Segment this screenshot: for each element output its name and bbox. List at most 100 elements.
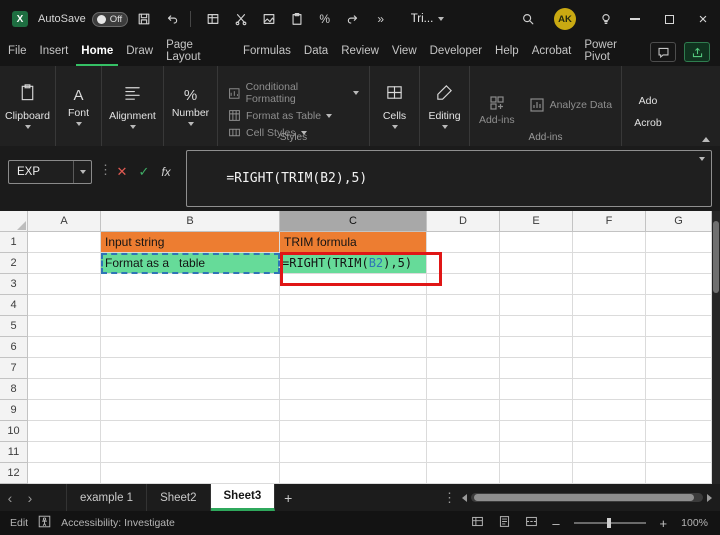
cell-E7[interactable] bbox=[500, 358, 573, 379]
tab-data[interactable]: Data bbox=[299, 38, 333, 66]
ribbon-group-editing[interactable]: Editing bbox=[420, 66, 470, 146]
search-button[interactable] bbox=[516, 7, 540, 31]
cell-E4[interactable] bbox=[500, 295, 573, 316]
cell-C11[interactable] bbox=[280, 442, 427, 463]
conditional-formatting-button[interactable]: Conditional Formatting bbox=[228, 81, 359, 105]
cell-B10[interactable] bbox=[101, 421, 280, 442]
addins-button[interactable]: Add-ins bbox=[479, 95, 515, 126]
page-layout-view-button[interactable] bbox=[498, 515, 511, 531]
cell-C8[interactable] bbox=[280, 379, 427, 400]
cut-button[interactable] bbox=[229, 7, 253, 31]
cell-F11[interactable] bbox=[573, 442, 646, 463]
cell-E5[interactable] bbox=[500, 316, 573, 337]
tab-file[interactable]: File bbox=[3, 38, 32, 66]
formula-bar-input[interactable]: =RIGHT(TRIM(B2),5) bbox=[186, 150, 712, 207]
autosave-toggle[interactable]: AutoSave Off bbox=[38, 11, 128, 27]
paste-button[interactable] bbox=[285, 7, 309, 31]
column-header-D[interactable]: D bbox=[427, 211, 500, 232]
name-box-dropdown[interactable] bbox=[73, 161, 91, 183]
cell-A9[interactable] bbox=[28, 400, 101, 421]
page-break-view-button[interactable] bbox=[525, 515, 538, 531]
ribbon-group-font[interactable]: A Font bbox=[56, 66, 102, 146]
tab-home[interactable]: Home bbox=[76, 38, 119, 66]
workbook-title-dropdown[interactable]: Tri... bbox=[411, 13, 445, 25]
row-header-3[interactable]: 3 bbox=[0, 274, 28, 295]
row-header-8[interactable]: 8 bbox=[0, 379, 28, 400]
vertical-scrollbar[interactable] bbox=[712, 211, 720, 484]
ribbon-group-cells[interactable]: Cells bbox=[370, 66, 420, 146]
row-header-12[interactable]: 12 bbox=[0, 463, 28, 484]
undo-button[interactable] bbox=[160, 7, 184, 31]
cell-A11[interactable] bbox=[28, 442, 101, 463]
cell-E10[interactable] bbox=[500, 421, 573, 442]
enter-entry-button[interactable]: ✓ bbox=[134, 160, 154, 184]
cell-A2[interactable] bbox=[28, 253, 101, 274]
insert-function-button[interactable]: fx bbox=[156, 160, 176, 184]
cell-B9[interactable] bbox=[101, 400, 280, 421]
cell-E11[interactable] bbox=[500, 442, 573, 463]
cell-E1[interactable] bbox=[500, 232, 573, 253]
cell-G3[interactable] bbox=[646, 274, 712, 295]
cell-D8[interactable] bbox=[427, 379, 500, 400]
excel-app-icon[interactable]: X bbox=[12, 11, 28, 27]
cell-E9[interactable] bbox=[500, 400, 573, 421]
cell-F9[interactable] bbox=[573, 400, 646, 421]
previous-sheet-button[interactable]: ‹ bbox=[0, 490, 20, 506]
cell-G7[interactable] bbox=[646, 358, 712, 379]
tab-power-pivot[interactable]: Power Pivot bbox=[579, 38, 650, 66]
table-button[interactable] bbox=[201, 7, 225, 31]
formula-bar-grip[interactable]: ⋮ bbox=[99, 162, 112, 178]
cell-D9[interactable] bbox=[427, 400, 500, 421]
cell-D6[interactable] bbox=[427, 337, 500, 358]
cell-G9[interactable] bbox=[646, 400, 712, 421]
ribbon-group-alignment[interactable]: Alignment bbox=[102, 66, 164, 146]
redo-button[interactable] bbox=[341, 7, 365, 31]
comments-button[interactable] bbox=[650, 42, 676, 62]
picture-button[interactable] bbox=[257, 7, 281, 31]
ribbon-group-number[interactable]: % Number bbox=[164, 66, 218, 146]
cell-A4[interactable] bbox=[28, 295, 101, 316]
row-header-2[interactable]: 2 bbox=[0, 253, 28, 274]
cell-C7[interactable] bbox=[280, 358, 427, 379]
cell-D11[interactable] bbox=[427, 442, 500, 463]
sheet-options-menu[interactable]: ⋮ bbox=[437, 490, 462, 506]
zoom-slider[interactable] bbox=[573, 518, 646, 528]
zoom-in-button[interactable]: + bbox=[660, 516, 668, 531]
cell-C2[interactable]: =RIGHT(TRIM(B2),5) bbox=[280, 253, 427, 274]
cell-A3[interactable] bbox=[28, 274, 101, 295]
cell-B8[interactable] bbox=[101, 379, 280, 400]
row-header-1[interactable]: 1 bbox=[0, 232, 28, 253]
cell-F1[interactable] bbox=[573, 232, 646, 253]
column-header-E[interactable]: E bbox=[500, 211, 573, 232]
cell-D10[interactable] bbox=[427, 421, 500, 442]
cell-E8[interactable] bbox=[500, 379, 573, 400]
cell-G1[interactable] bbox=[646, 232, 712, 253]
cell-F5[interactable] bbox=[573, 316, 646, 337]
cell-F6[interactable] bbox=[573, 337, 646, 358]
vertical-scrollbar-thumb[interactable] bbox=[713, 221, 719, 293]
qat-overflow-button[interactable]: » bbox=[369, 7, 393, 31]
scroll-left-icon[interactable] bbox=[462, 493, 467, 502]
cell-A1[interactable] bbox=[28, 232, 101, 253]
cell-F10[interactable] bbox=[573, 421, 646, 442]
cell-G6[interactable] bbox=[646, 337, 712, 358]
copilot-button[interactable] bbox=[594, 7, 618, 31]
cell-E12[interactable] bbox=[500, 463, 573, 484]
cell-F12[interactable] bbox=[573, 463, 646, 484]
tab-help[interactable]: Help bbox=[490, 38, 524, 66]
cell-D1[interactable] bbox=[427, 232, 500, 253]
cancel-entry-button[interactable]: ✕ bbox=[112, 160, 132, 184]
tab-acrobat[interactable]: Acrobat bbox=[527, 38, 577, 66]
sheet-tab-sheet2[interactable]: Sheet2 bbox=[147, 484, 211, 511]
collapse-ribbon-chevron[interactable] bbox=[702, 137, 710, 142]
next-sheet-button[interactable]: › bbox=[20, 490, 40, 506]
ribbon-group-clipboard[interactable]: Clipboard bbox=[0, 66, 56, 146]
zoom-level[interactable]: 100% bbox=[681, 517, 708, 529]
row-header-10[interactable]: 10 bbox=[0, 421, 28, 442]
cell-B3[interactable] bbox=[101, 274, 280, 295]
cell-C1[interactable]: TRIM formula bbox=[280, 232, 427, 253]
close-button[interactable]: × bbox=[686, 0, 720, 38]
cell-G11[interactable] bbox=[646, 442, 712, 463]
column-header-F[interactable]: F bbox=[573, 211, 646, 232]
cell-C4[interactable] bbox=[280, 295, 427, 316]
